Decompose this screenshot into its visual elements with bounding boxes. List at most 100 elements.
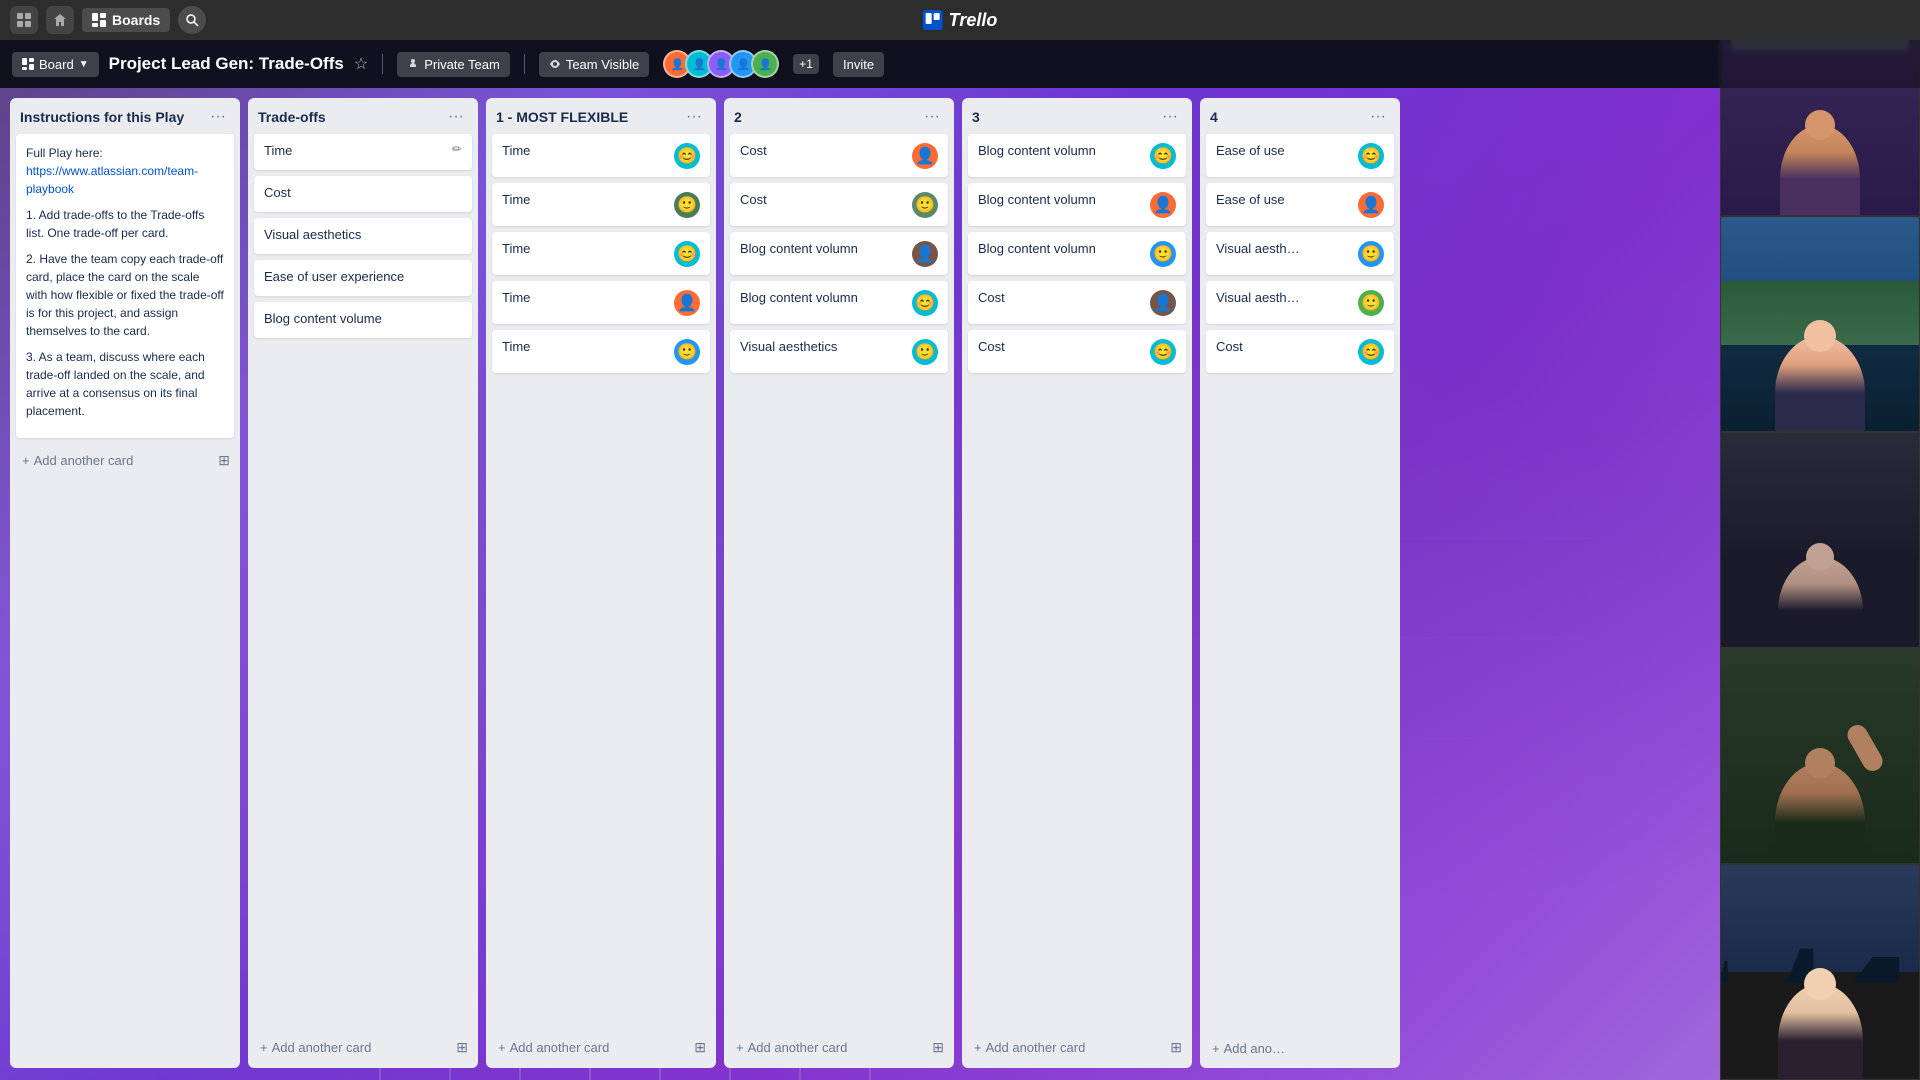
card-col3-4[interactable]: Cost 👤 [968,281,1186,324]
video-panel [1720,0,1920,1080]
team-visible-button[interactable]: Team Visible [539,52,649,77]
card-col1-1-text: Time [502,142,668,160]
card-col1-2-text: Time [502,191,668,209]
card-col3-2[interactable]: Blog content volumn 👤 [968,183,1186,226]
card-blog[interactable]: Blog content volume [254,302,472,338]
video-cell-4 [1720,648,1920,864]
trello-logo: Trello [923,10,998,31]
invite-label: Invite [843,57,874,72]
card-col2-2[interactable]: Cost 🙂 [730,183,948,226]
video-cell-3 [1720,432,1920,648]
columns-container: Instructions for this Play ··· Full Play… [10,98,1400,1070]
card-col2-1[interactable]: Cost 👤 [730,134,948,177]
private-team-button[interactable]: Private Team [397,52,510,77]
col2-template-button[interactable]: ⊞ [928,1035,948,1060]
card-col4-1-avatar: 😊 [1358,143,1384,169]
card-col4-4-text: Visual aesth… [1216,289,1352,307]
card-col1-1[interactable]: Time 😊 [492,134,710,177]
column-header-tradeoffs: Trade-offs ··· [248,98,478,134]
col2-cards: Cost 👤 Cost 🙂 Blog content volumn 👤 Blog… [724,134,954,1031]
card-col2-5[interactable]: Visual aesthetics 🙂 [730,330,948,373]
card-col1-3[interactable]: Time 😊 [492,232,710,275]
col1-cards: Time 😊 Time 🙂 Time 😊 Time 👤 Time � [486,134,716,1031]
card-col1-4[interactable]: Time 👤 [492,281,710,324]
instructions-add-footer: + Add another card ⊞ [10,444,240,481]
board-view-label: Board [39,57,74,72]
col1-add-card-button[interactable]: + Add another card [492,1036,690,1059]
card-col4-5[interactable]: Cost 😊 [1206,330,1394,373]
card-col4-4-avatar: 🙂 [1358,290,1384,316]
instructions-step1: 1. Add trade-offs to the Trade-offs list… [26,206,224,242]
col1-add-label: Add another card [510,1040,610,1055]
tradeoffs-template-button[interactable]: ⊞ [452,1035,472,1060]
tradeoffs-add-card-button[interactable]: + Add another card [254,1036,452,1059]
card-col2-3[interactable]: Blog content volumn 👤 [730,232,948,275]
card-col4-3[interactable]: Visual aesth… 🙂 [1206,232,1394,275]
col3-menu[interactable]: ··· [1158,106,1182,128]
col2-menu[interactable]: ··· [920,106,944,128]
instructions-link: Full Play here: https://www.atlassian.co… [26,144,224,198]
card-col2-4-avatar: 😊 [912,290,938,316]
instructions-template-button[interactable]: ⊞ [214,448,234,473]
col3-add-label: Add another card [986,1040,1086,1055]
private-team-label: Private Team [424,57,500,72]
column-menu-tradeoffs[interactable]: ··· [444,106,468,128]
card-col3-1-avatar: 😊 [1150,143,1176,169]
col4-add-footer: + Add ano… [1200,1033,1400,1068]
card-col4-3-text: Visual aesth… [1216,240,1352,258]
card-col3-1[interactable]: Blog content volumn 😊 [968,134,1186,177]
boards-button[interactable]: Boards [82,8,170,32]
col3-add-card-button[interactable]: + Add another card [968,1036,1166,1059]
card-col3-5[interactable]: Cost 😊 [968,330,1186,373]
card-col4-1[interactable]: Ease of use 😊 [1206,134,1394,177]
team-visible-label: Team Visible [566,57,639,72]
card-col4-4[interactable]: Visual aesth… 🙂 [1206,281,1394,324]
col1-template-button[interactable]: ⊞ [690,1035,710,1060]
card-col1-5-text: Time [502,338,668,356]
grid-icon[interactable] [10,6,38,34]
card-text-ease: Ease of user experience [264,268,462,286]
col1-header: 1 - MOST FLEXIBLE ··· [486,98,716,134]
instructions-add-card-label: Add another card [34,453,134,468]
card-edit-time[interactable]: ✏ [452,142,462,156]
board-view-button[interactable]: Board ▼ [12,52,99,77]
col4-menu[interactable]: ··· [1366,106,1390,128]
card-col3-5-text: Cost [978,338,1144,356]
home-icon[interactable] [46,6,74,34]
avatar-5[interactable]: 👤 [751,50,779,78]
instructions-add-card-button[interactable]: + Add another card [16,449,214,472]
col3-template-button[interactable]: ⊞ [1166,1035,1186,1060]
card-col3-2-avatar: 👤 [1150,192,1176,218]
card-ease[interactable]: Ease of user experience [254,260,472,296]
card-col3-3-text: Blog content volumn [978,240,1144,258]
card-col1-1-avatar: 😊 [674,143,700,169]
board-title: Project Lead Gen: Trade-Offs [109,54,344,74]
column-menu-instructions[interactable]: ··· [206,106,230,128]
card-col1-5[interactable]: Time 🙂 [492,330,710,373]
col2-add-label: Add another card [748,1040,848,1055]
card-col4-2[interactable]: Ease of use 👤 [1206,183,1394,226]
card-time[interactable]: Time ✏ [254,134,472,170]
card-col2-4[interactable]: Blog content volumn 😊 [730,281,948,324]
star-button[interactable]: ☆ [354,54,368,74]
col1-menu[interactable]: ··· [682,106,706,128]
card-col1-2[interactable]: Time 🙂 [492,183,710,226]
card-visual[interactable]: Visual aesthetics [254,218,472,254]
card-col3-3[interactable]: Blog content volumn 🙂 [968,232,1186,275]
plus-members-badge[interactable]: +1 [793,54,819,74]
playbook-link[interactable]: https://www.atlassian.com/team-playbook [26,164,198,196]
tradeoffs-add-footer: + Add another card ⊞ [248,1031,478,1068]
card-col4-5-avatar: 😊 [1358,339,1384,365]
card-cost[interactable]: Cost [254,176,472,212]
invite-button[interactable]: Invite [833,52,884,77]
col4-add-card-button[interactable]: + Add ano… [1206,1037,1394,1060]
search-button[interactable] [178,6,206,34]
card-text-cost: Cost [264,184,462,202]
card-col4-2-text: Ease of use [1216,191,1352,209]
board-area: -9 -10 -11 Instructions for this Play ··… [0,88,1920,1080]
col2-add-card-button[interactable]: + Add another card [730,1036,928,1059]
col3-add-footer: + Add another card ⊞ [962,1031,1192,1068]
instructions-column: Instructions for this Play ··· Full Play… [10,98,240,1068]
col3-header: 3 ··· [962,98,1192,134]
col4-add-label: Add ano… [1224,1041,1285,1056]
